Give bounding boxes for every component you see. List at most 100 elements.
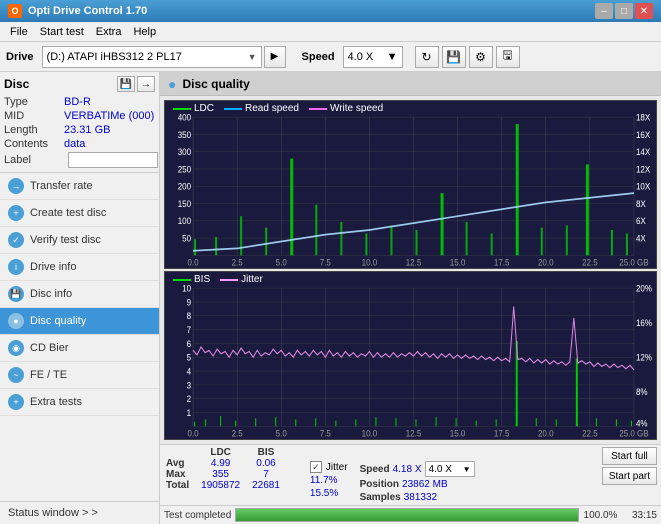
svg-text:2: 2 xyxy=(187,394,192,405)
disc-length-value: 23.31 GB xyxy=(64,124,110,136)
drive-info-icon: i xyxy=(8,259,24,275)
svg-text:3: 3 xyxy=(187,380,192,391)
svg-text:250: 250 xyxy=(178,164,192,175)
disc-icon[interactable]: 💾 xyxy=(442,46,466,68)
transfer-rate-icon: → xyxy=(8,178,24,194)
main-layout: Disc 💾 → Type BD-R MID VERBATIMe (000) L… xyxy=(0,72,661,524)
drive-dropdown-arrow: ▼ xyxy=(248,52,257,62)
disc-arrow-icon[interactable]: → xyxy=(137,76,155,92)
svg-text:4: 4 xyxy=(187,366,192,377)
sidebar-item-transfer-rate[interactable]: → Transfer rate xyxy=(0,173,159,200)
menu-help[interactable]: Help xyxy=(127,25,162,39)
speed-dropdown[interactable]: 4.0 X ▼ xyxy=(343,46,403,68)
sidebar-item-create-test-disc[interactable]: + Create test disc xyxy=(0,200,159,227)
drive-eject-button[interactable]: ▶ xyxy=(264,46,286,68)
charts-container: LDC Read speed Write speed xyxy=(160,96,661,444)
svg-text:4X: 4X xyxy=(636,233,646,244)
status-window-label: Status window > > xyxy=(8,507,98,519)
settings-icon[interactable]: ⚙ xyxy=(469,46,493,68)
svg-text:5: 5 xyxy=(187,352,192,363)
save-icon[interactable]: 🖫 xyxy=(496,46,520,68)
menu-start-test[interactable]: Start test xyxy=(34,25,90,39)
jitter-avg-row: 11.7% xyxy=(310,475,348,486)
jitter-checkbox[interactable]: ✓ xyxy=(310,461,322,473)
cd-bier-icon: ◉ xyxy=(8,340,24,356)
total-row: Total 1905872 22681 xyxy=(164,480,298,491)
disc-info-label: Disc info xyxy=(30,288,72,300)
disc-type-value: BD-R xyxy=(64,96,91,108)
sidebar-item-cd-bier[interactable]: ◉ CD Bier xyxy=(0,335,159,362)
svg-text:10.0: 10.0 xyxy=(362,257,378,268)
avg-row: Avg 4.99 0.06 xyxy=(164,458,298,469)
drive-dropdown[interactable]: (D:) ATAPI iHBS312 2 PL17 ▼ xyxy=(42,46,262,68)
svg-text:7.5: 7.5 xyxy=(320,257,331,268)
disc-label-input[interactable] xyxy=(68,152,158,168)
svg-text:350: 350 xyxy=(178,129,192,140)
samples-row: Samples 381332 xyxy=(360,492,475,503)
svg-text:9: 9 xyxy=(187,297,192,308)
svg-text:12%: 12% xyxy=(636,352,652,363)
write-speed-legend-label: Write speed xyxy=(330,103,383,114)
status-window-button[interactable]: Status window > > xyxy=(0,502,159,524)
content-area: ● Disc quality LDC Read speed xyxy=(160,72,661,524)
svg-text:0.0: 0.0 xyxy=(187,257,198,268)
disc-quality-label: Disc quality xyxy=(30,315,86,327)
create-test-disc-icon: + xyxy=(8,205,24,221)
sidebar-nav: → Transfer rate + Create test disc ✓ Ver… xyxy=(0,173,159,501)
sidebar-item-disc-quality[interactable]: ● Disc quality xyxy=(0,308,159,335)
speed-label: Speed xyxy=(302,51,335,63)
status-text: Test completed xyxy=(164,510,231,521)
sidebar-item-extra-tests[interactable]: + Extra tests xyxy=(0,389,159,416)
stats-table: LDC BIS Avg 4.99 0.06 Max xyxy=(164,447,298,491)
svg-text:150: 150 xyxy=(178,198,192,209)
svg-text:10.0: 10.0 xyxy=(362,428,378,439)
sidebar-item-disc-info[interactable]: 💾 Disc info xyxy=(0,281,159,308)
bottom-stats-panel: LDC BIS Avg 4.99 0.06 Max xyxy=(160,444,661,505)
bis-column-header: BIS xyxy=(246,447,286,458)
avg-bis: 0.06 xyxy=(246,458,286,469)
fe-te-icon: ~ xyxy=(8,367,24,383)
ldc-column-header: LDC xyxy=(195,447,246,458)
start-part-button[interactable]: Start part xyxy=(602,467,657,485)
svg-text:1: 1 xyxy=(187,407,192,418)
jitter-max-row: 15.5% xyxy=(310,488,348,499)
verify-test-disc-label: Verify test disc xyxy=(30,234,101,246)
stats-row: LDC BIS Avg 4.99 0.06 Max xyxy=(164,447,657,503)
app-title: Opti Drive Control 1.70 xyxy=(28,5,147,17)
sidebar-item-drive-info[interactable]: i Drive info xyxy=(0,254,159,281)
svg-text:8: 8 xyxy=(187,311,192,322)
svg-text:16X: 16X xyxy=(636,129,650,140)
sidebar-status: Status window > > xyxy=(0,501,159,524)
svg-text:22.5: 22.5 xyxy=(582,257,598,268)
refresh-icon[interactable]: ↻ xyxy=(415,46,439,68)
svg-text:5.0: 5.0 xyxy=(276,428,287,439)
svg-text:12X: 12X xyxy=(636,164,650,175)
menu-file[interactable]: File xyxy=(4,25,34,39)
start-full-button[interactable]: Start full xyxy=(602,447,657,465)
minimize-button[interactable]: – xyxy=(595,3,613,19)
extra-tests-icon: + xyxy=(8,394,24,410)
disc-quality-header-icon: ● xyxy=(168,76,176,92)
svg-text:17.5: 17.5 xyxy=(494,257,510,268)
disc-quality-icon: ● xyxy=(8,313,24,329)
sidebar-item-fe-te[interactable]: ~ FE / TE xyxy=(0,362,159,389)
action-buttons: Start full Start part xyxy=(602,447,657,485)
maximize-button[interactable]: □ xyxy=(615,3,633,19)
speed-dropdown-val: 4.0 X xyxy=(429,464,452,475)
samples-label: Samples xyxy=(360,492,401,503)
svg-text:2.5: 2.5 xyxy=(232,428,243,439)
menu-extra[interactable]: Extra xyxy=(90,25,128,39)
sidebar-item-verify-test-disc[interactable]: ✓ Verify test disc xyxy=(0,227,159,254)
disc-length-key: Length xyxy=(4,124,64,136)
speed-dropdown-small[interactable]: 4.0 X ▼ xyxy=(425,461,475,477)
close-button[interactable]: ✕ xyxy=(635,3,653,19)
svg-text:6X: 6X xyxy=(636,216,646,227)
svg-text:15.0: 15.0 xyxy=(450,428,466,439)
chart1-wrapper: LDC Read speed Write speed xyxy=(164,100,657,269)
fe-te-label: FE / TE xyxy=(30,369,67,381)
progress-area: Test completed 100.0% 33:15 xyxy=(160,505,661,524)
drive-label: Drive xyxy=(6,51,34,63)
disc-type-key: Type xyxy=(4,96,64,108)
disc-info-icon[interactable]: 💾 xyxy=(117,76,135,92)
ldc-legend-label: LDC xyxy=(194,103,214,114)
